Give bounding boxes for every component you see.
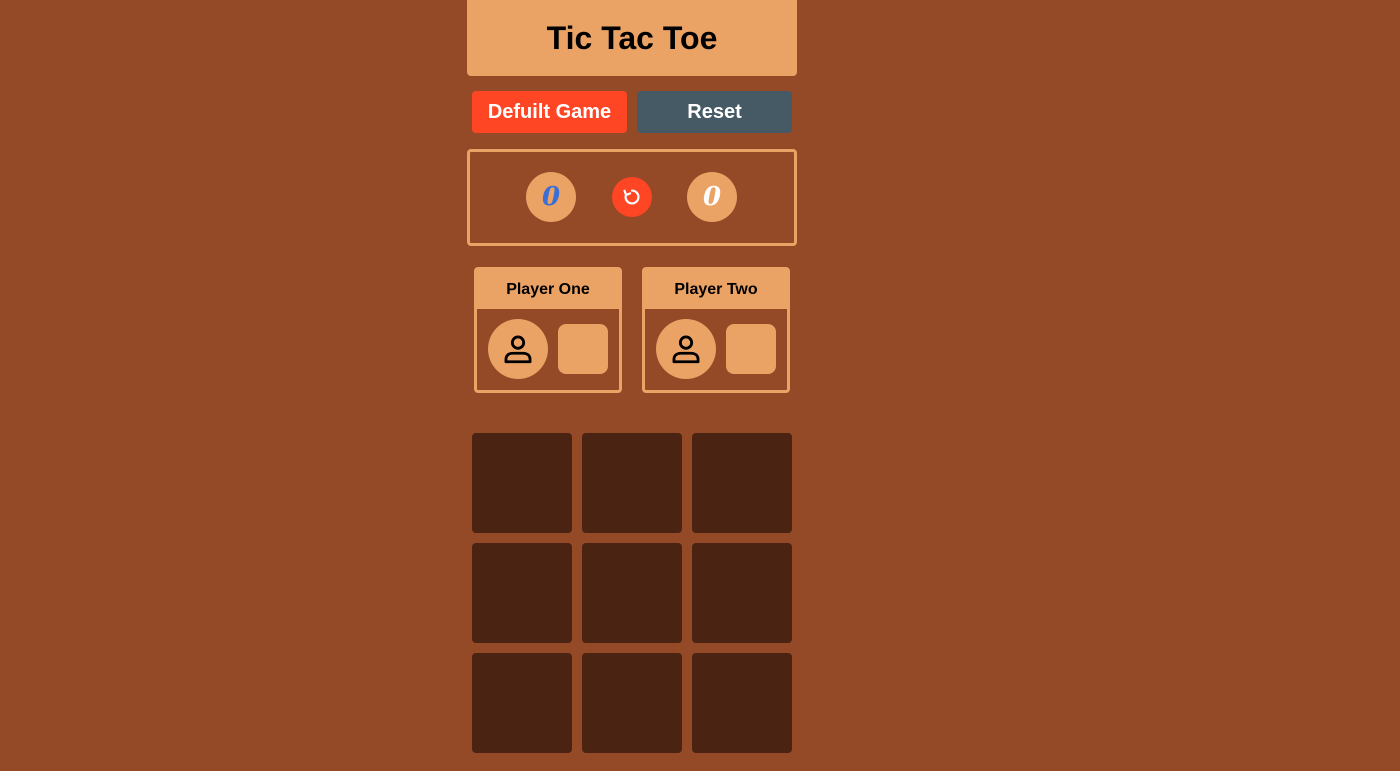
player-two-mark	[726, 324, 776, 374]
player-one-score: 0	[526, 172, 576, 222]
player-two-score: 0	[687, 172, 737, 222]
board-cell[interactable]	[692, 653, 792, 753]
board-cell[interactable]	[472, 433, 572, 533]
player-one-name: Player One	[477, 270, 619, 309]
default-game-button[interactable]: Defuilt Game	[472, 91, 627, 133]
user-icon	[672, 335, 700, 364]
page-title: Tic Tac Toe	[546, 19, 718, 56]
board-cell[interactable]	[472, 653, 572, 753]
restart-icon	[623, 189, 640, 205]
restart-button[interactable]	[612, 177, 652, 217]
board-cell[interactable]	[692, 433, 792, 533]
board-cell[interactable]	[582, 653, 682, 753]
board-cell[interactable]	[582, 543, 682, 643]
board-cell[interactable]	[582, 433, 682, 533]
player-one-avatar	[488, 319, 548, 379]
board-cell[interactable]	[692, 543, 792, 643]
game-board	[472, 433, 792, 753]
scoreboard: 0 0	[467, 149, 797, 246]
board-cell[interactable]	[472, 543, 572, 643]
player-two-avatar	[656, 319, 716, 379]
user-icon	[504, 335, 532, 364]
reset-button[interactable]: Reset	[637, 91, 792, 133]
title-bar: Tic Tac Toe	[467, 0, 797, 76]
player-two-card: Player Two	[642, 267, 790, 393]
player-one-mark	[558, 324, 608, 374]
player-one-card: Player One	[474, 267, 622, 393]
player-two-name: Player Two	[645, 270, 787, 309]
